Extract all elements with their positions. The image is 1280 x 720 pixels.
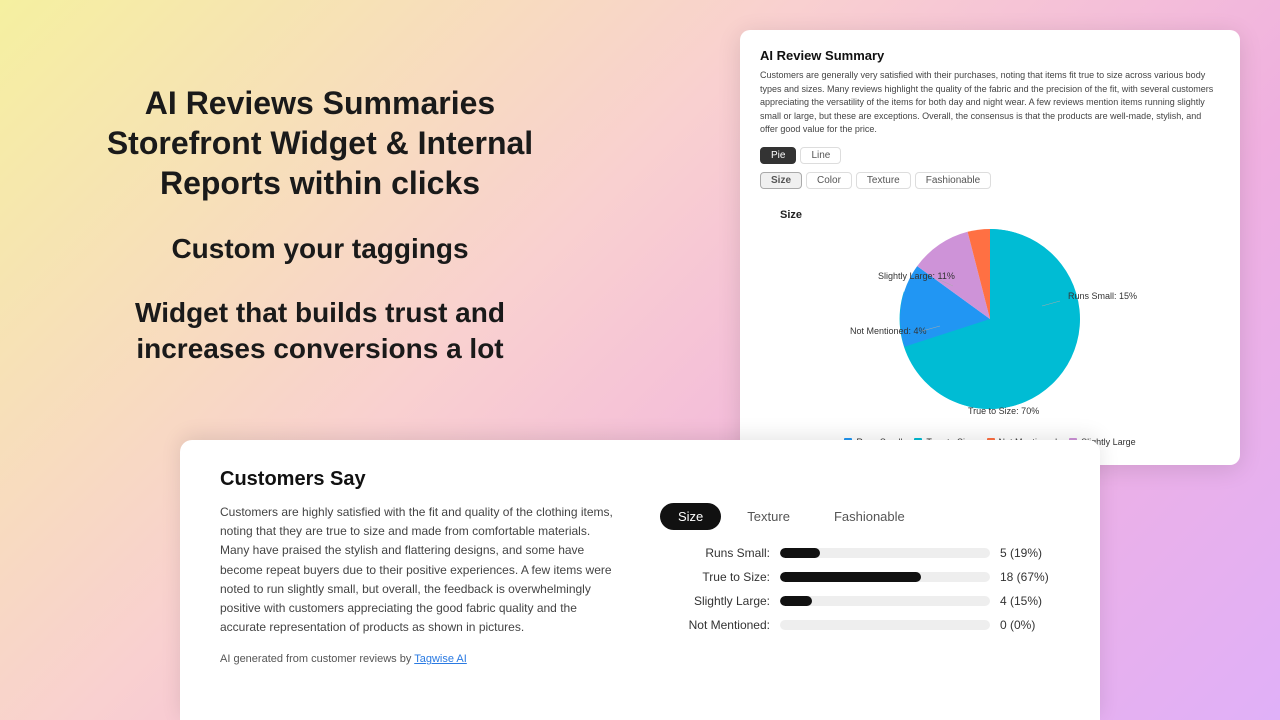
hero-line5: Widget that builds trust and [135, 297, 505, 328]
bar-value-runs-small: 5 (19%) [1000, 546, 1060, 560]
hero-line6: increases conversions a lot [136, 333, 503, 364]
label-not-mentioned: Not Mentioned: 4% [850, 326, 927, 336]
tag-size[interactable]: Size [760, 172, 802, 189]
bar-track-not-mentioned [780, 620, 990, 630]
footer-text: AI generated from customer reviews by [220, 653, 414, 665]
bar-value-slightly-large: 4 (15%) [1000, 594, 1060, 608]
widget-right: Size Texture Fashionable Runs Small: 5 (… [660, 503, 1060, 665]
widget-left: Customers are highly satisfied with the … [220, 503, 620, 665]
review-card: AI Review Summary Customers are generall… [740, 30, 1240, 465]
toggle-pie[interactable]: Pie [760, 147, 796, 164]
bar-fill-runs-small [780, 548, 820, 558]
tab-texture[interactable]: Texture [729, 503, 808, 530]
label-slightly-large: Slightly Large: 11% [878, 271, 955, 281]
bar-fill-true-to-size [780, 572, 921, 582]
tag-fashionable[interactable]: Fashionable [915, 172, 991, 189]
widget-body: Customers are highly satisfied with the … [220, 503, 1060, 665]
bar-track-slightly-large [780, 596, 990, 606]
bar-label-not-mentioned: Not Mentioned: [660, 618, 770, 632]
bar-row-not-mentioned: Not Mentioned: 0 (0%) [660, 618, 1060, 632]
chart-area: Runs Small: 15% Slightly Large: 11% Not … [760, 199, 1220, 429]
label-runs-small: Runs Small: 15% [1068, 291, 1137, 301]
card-title: AI Review Summary [760, 48, 1220, 63]
bar-row-runs-small: Runs Small: 5 (19%) [660, 546, 1060, 560]
hero-sub2: Widget that builds trust and increases c… [135, 295, 505, 368]
widget-title: Customers Say [220, 468, 1060, 491]
widget-footer: AI generated from customer reviews by Ta… [220, 653, 620, 665]
card-summary: Customers are generally very satisfied w… [760, 69, 1220, 137]
tag-texture[interactable]: Texture [856, 172, 911, 189]
bar-row-true-to-size: True to Size: 18 (67%) [660, 570, 1060, 584]
chart-toggle-row: Pie Line [760, 147, 1220, 164]
tagwise-link[interactable]: Tagwise AI [414, 653, 467, 665]
widget-text: Customers are highly satisfied with the … [220, 503, 620, 637]
bar-fill-slightly-large [780, 596, 812, 606]
pie-chart: Runs Small: 15% Slightly Large: 11% Not … [820, 204, 1160, 424]
hero-sub1: Custom your taggings [171, 233, 468, 265]
bottom-widget: Customers Say Customers are highly satis… [180, 440, 1100, 720]
hero-panel: AI Reviews Summaries Storefront Widget &… [0, 0, 640, 450]
bar-track-runs-small [780, 548, 990, 558]
chart-section: Size [760, 199, 1220, 449]
label-true-to-size: True to Size: 70% [968, 406, 1039, 416]
hero-text-1: AI Reviews Summaries Storefront Widget &… [107, 83, 533, 203]
bar-label-true-to-size: True to Size: [660, 570, 770, 584]
hero-line1: AI Reviews Summaries [145, 85, 495, 121]
hero-line2: Storefront Widget & Internal [107, 125, 533, 161]
bar-value-not-mentioned: 0 (0%) [1000, 618, 1060, 632]
pie-slices [900, 228, 1080, 408]
bar-label-slightly-large: Slightly Large: [660, 594, 770, 608]
tab-size[interactable]: Size [660, 503, 721, 530]
toggle-line[interactable]: Line [800, 147, 841, 164]
tag-color[interactable]: Color [806, 172, 852, 189]
tab-fashionable[interactable]: Fashionable [816, 503, 923, 530]
bar-value-true-to-size: 18 (67%) [1000, 570, 1060, 584]
tag-row: Size Color Texture Fashionable [760, 172, 1220, 189]
bar-track-true-to-size [780, 572, 990, 582]
hero-line3: Reports within clicks [160, 165, 480, 201]
bar-row-slightly-large: Slightly Large: 4 (15%) [660, 594, 1060, 608]
size-tabs: Size Texture Fashionable [660, 503, 1060, 530]
bar-label-runs-small: Runs Small: [660, 546, 770, 560]
